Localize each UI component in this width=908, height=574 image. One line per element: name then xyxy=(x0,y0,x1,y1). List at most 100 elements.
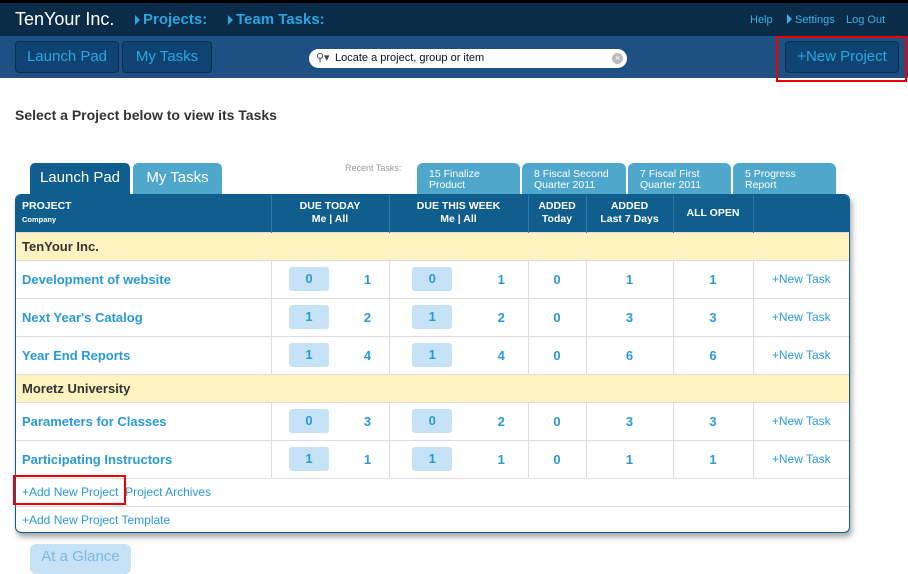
all-open[interactable]: 3 xyxy=(673,297,754,336)
added-today[interactable]: 0 xyxy=(528,401,587,440)
brand: TenYour Inc. xyxy=(15,9,115,29)
added-7-days[interactable]: 3 xyxy=(586,297,674,336)
tab-my-tasks[interactable]: My Tasks xyxy=(133,163,222,195)
due-today-all[interactable]: 1 xyxy=(364,272,371,287)
launch-pad-button[interactable]: Launch Pad xyxy=(15,41,119,73)
due-today-me[interactable]: 1 xyxy=(288,305,329,329)
due-week-all[interactable]: 2 xyxy=(498,414,505,429)
due-today-all[interactable]: 4 xyxy=(364,348,371,363)
tab-launch-pad[interactable]: Launch Pad xyxy=(30,163,130,195)
due-week-me[interactable]: 0 xyxy=(412,409,453,433)
table-row: Participating Instructors 11 11 0 1 1 +N… xyxy=(16,439,849,478)
due-today-cell: 14 xyxy=(271,335,390,374)
settings-label: Settings xyxy=(795,14,835,26)
recent-task-line: Report xyxy=(745,179,777,191)
group-row: TenYour Inc. xyxy=(16,231,849,260)
nav-team-tasks-label: Team Tasks: xyxy=(236,11,325,28)
project-link[interactable]: Parameters for Classes xyxy=(16,401,272,440)
added-today[interactable]: 0 xyxy=(528,335,587,374)
settings-link[interactable]: Settings xyxy=(787,14,835,26)
nav-projects[interactable]: Projects: xyxy=(135,11,207,28)
recent-task-line: Quarter 2011 xyxy=(534,179,596,191)
nav-team-tasks[interactable]: Team Tasks: xyxy=(228,11,325,28)
at-a-glance-button[interactable]: At a Glance xyxy=(30,544,131,574)
due-week-all[interactable]: 1 xyxy=(498,452,505,467)
page-title: Select a Project below to view its Tasks xyxy=(15,107,277,123)
new-task-link[interactable]: +New Task xyxy=(753,259,849,298)
col-due-today: DUE TODAY Me | All xyxy=(271,195,390,232)
added-7-days[interactable]: 1 xyxy=(586,439,674,478)
logout-link[interactable]: Log Out xyxy=(846,14,885,26)
help-link[interactable]: Help xyxy=(750,14,773,26)
project-link[interactable]: Year End Reports xyxy=(16,335,272,374)
project-link[interactable]: Development of website xyxy=(16,259,272,298)
due-today-me[interactable]: 1 xyxy=(288,447,329,471)
due-today-all[interactable]: 2 xyxy=(364,310,371,325)
due-week-cell: 02 xyxy=(389,401,529,440)
recent-task-tab[interactable]: 15 Finalize Product xyxy=(417,163,520,195)
group-row: Moretz University xyxy=(16,373,849,402)
add-template-link[interactable]: +Add New Project Template xyxy=(16,505,849,532)
col-added-7: ADDED Last 7 Days xyxy=(586,195,674,232)
table-row: Parameters for Classes 03 02 0 3 3 +New … xyxy=(16,401,849,440)
due-week-me[interactable]: 1 xyxy=(412,447,453,471)
due-week-cell: 12 xyxy=(389,297,529,336)
footer-row: +Add New Project Project Archives xyxy=(16,477,849,506)
due-today-me[interactable]: 0 xyxy=(288,267,329,291)
col-label: ADDED xyxy=(538,200,576,213)
all-open[interactable]: 1 xyxy=(673,259,754,298)
added-7-days[interactable]: 6 xyxy=(586,335,674,374)
search-placeholder: Locate a project, group or item xyxy=(335,52,485,64)
group-name: Moretz University xyxy=(16,373,849,402)
my-tasks-button[interactable]: My Tasks xyxy=(122,41,212,73)
col-project: PROJECT Company xyxy=(16,195,272,232)
due-week-all[interactable]: 4 xyxy=(498,348,505,363)
recent-task-tab[interactable]: 5 Progress Report xyxy=(733,163,836,195)
due-week-me[interactable]: 1 xyxy=(412,305,453,329)
due-today-all[interactable]: 3 xyxy=(364,414,371,429)
col-company-label: Company xyxy=(22,215,57,225)
added-today[interactable]: 0 xyxy=(528,259,587,298)
new-task-link[interactable]: +New Task xyxy=(753,401,849,440)
due-week-all[interactable]: 2 xyxy=(498,310,505,325)
table-header: PROJECT Company DUE TODAY Me | All DUE THI… xyxy=(16,195,849,232)
added-7-days[interactable]: 3 xyxy=(586,401,674,440)
due-week-me[interactable]: 1 xyxy=(412,343,453,367)
due-week-all[interactable]: 1 xyxy=(498,272,505,287)
recent-task-line: Product xyxy=(429,179,466,191)
added-today[interactable]: 0 xyxy=(528,297,587,336)
project-link[interactable]: Next Year's Catalog xyxy=(16,297,272,336)
new-task-link[interactable]: +New Task xyxy=(753,439,849,478)
col-sublabel: Today xyxy=(541,213,573,226)
triangle-right-icon xyxy=(228,15,233,25)
recent-task-tab[interactable]: 7 Fiscal First Quarter 2011 xyxy=(628,163,731,195)
added-7-days[interactable]: 1 xyxy=(586,259,674,298)
footer-cell: +Add New Project Project Archives xyxy=(16,477,849,506)
all-open[interactable]: 6 xyxy=(673,335,754,374)
all-open[interactable]: 1 xyxy=(673,439,754,478)
search-icon: ⚲▾ xyxy=(316,52,330,64)
due-today-cell: 01 xyxy=(271,259,390,298)
footer-row: +Add New Project Template xyxy=(16,505,849,532)
due-today-cell: 11 xyxy=(271,439,390,478)
all-open[interactable]: 3 xyxy=(673,401,754,440)
recent-task-tab[interactable]: 8 Fiscal Second Quarter 2011 xyxy=(522,163,626,195)
new-task-link[interactable]: +New Task xyxy=(753,335,849,374)
due-today-me[interactable]: 1 xyxy=(288,343,329,367)
nav-projects-label: Projects: xyxy=(143,11,208,28)
projects-table: PROJECT Company DUE TODAY Me | All DUE THI… xyxy=(16,195,849,532)
added-today[interactable]: 0 xyxy=(528,439,587,478)
table-row: Year End Reports 14 14 0 6 6 +New Task xyxy=(16,335,849,374)
due-today-cell: 12 xyxy=(271,297,390,336)
due-today-all[interactable]: 1 xyxy=(364,452,371,467)
due-today-me[interactable]: 0 xyxy=(288,409,329,433)
project-archives-link[interactable]: Project Archives xyxy=(125,485,211,499)
due-week-me[interactable]: 0 xyxy=(412,267,453,291)
clear-icon[interactable]: × xyxy=(612,53,623,64)
col-label: DUE THIS WEEK xyxy=(416,200,501,213)
project-link[interactable]: Participating Instructors xyxy=(16,439,272,478)
search-input[interactable]: ⚲▾ Locate a project, group or item × xyxy=(309,49,627,68)
triangle-right-icon xyxy=(787,14,792,24)
toolbar: Launch Pad My Tasks ⚲▾ Locate a project,… xyxy=(0,36,908,78)
new-task-link[interactable]: +New Task xyxy=(753,297,849,336)
